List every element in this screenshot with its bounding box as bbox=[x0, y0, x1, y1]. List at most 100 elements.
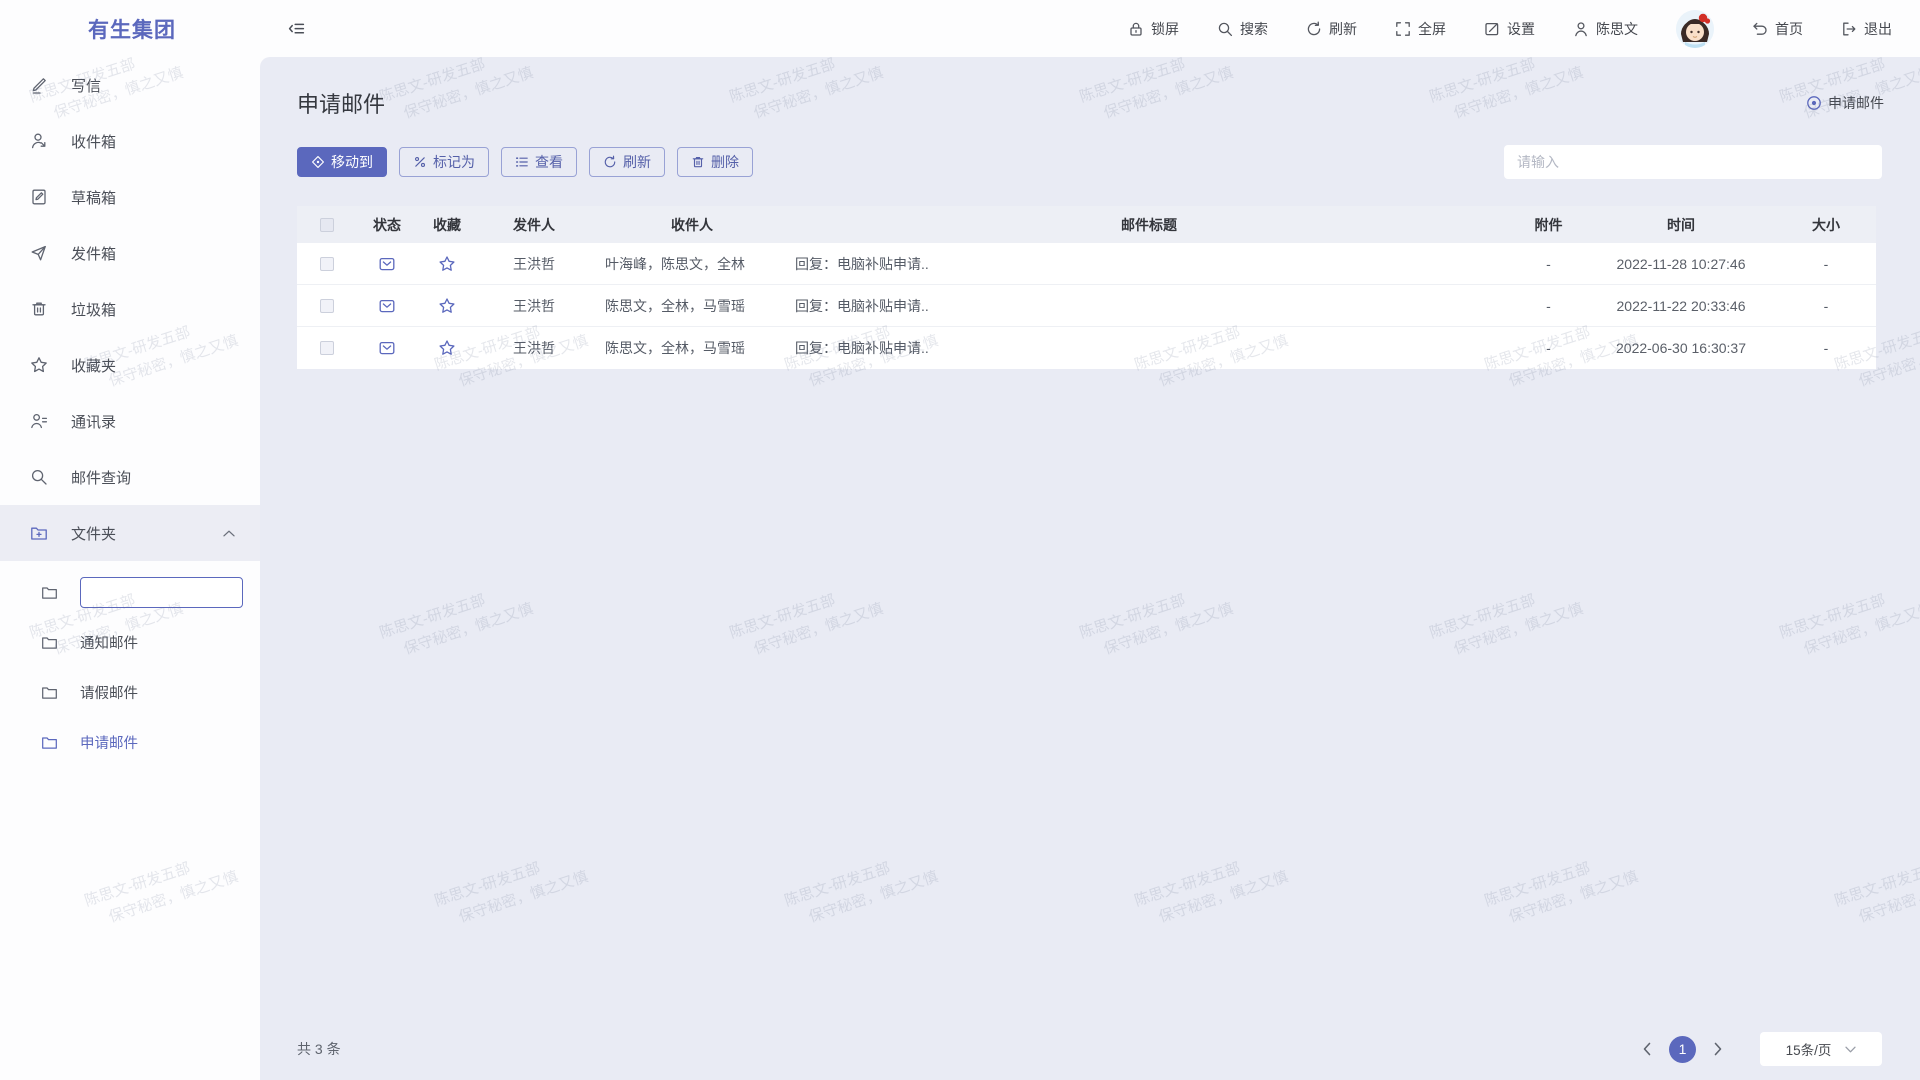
attachment-cell: - bbox=[1511, 256, 1586, 272]
mail-row[interactable]: 王洪哲 陈思文，全林，马雪瑶 回复：电脑补贴申请.. - 2022-11-22 … bbox=[297, 285, 1876, 327]
favorite-star-icon[interactable] bbox=[417, 339, 477, 357]
button-label: 删除 bbox=[711, 152, 739, 172]
folder-item-application[interactable]: 申请邮件 bbox=[0, 717, 260, 767]
list-icon bbox=[515, 155, 529, 169]
mail-search-box bbox=[1504, 145, 1882, 179]
move-to-button[interactable]: 移动到 bbox=[297, 147, 387, 177]
sidebar-item-label: 通讯录 bbox=[71, 411, 116, 432]
topbar-label: 锁屏 bbox=[1151, 19, 1179, 39]
folder-item-label: 请假邮件 bbox=[80, 682, 138, 703]
page-number[interactable]: 1 bbox=[1669, 1036, 1696, 1063]
new-folder-name-input[interactable] bbox=[80, 577, 243, 608]
next-page-icon[interactable] bbox=[1704, 1035, 1732, 1063]
lock-icon bbox=[1128, 21, 1144, 37]
sidebar: 有生集团 写信 收件箱 草稿箱 发件箱 垃圾箱 收藏夹 bbox=[0, 0, 260, 1080]
search-button[interactable]: 搜索 bbox=[1217, 19, 1268, 39]
sidebar-item-contacts[interactable]: 通讯录 bbox=[0, 393, 260, 449]
compose-icon bbox=[30, 76, 48, 94]
send-icon bbox=[30, 244, 48, 262]
button-label: 刷新 bbox=[623, 152, 651, 172]
folder-item-notice[interactable]: 通知邮件 bbox=[0, 617, 260, 667]
sidebar-item-label: 垃圾箱 bbox=[71, 299, 116, 320]
folder-icon bbox=[41, 734, 58, 751]
user-avatar[interactable] bbox=[1676, 10, 1714, 48]
chevron-up-icon[interactable] bbox=[223, 530, 235, 537]
lock-screen-button[interactable]: 锁屏 bbox=[1128, 19, 1179, 39]
folder-icon bbox=[41, 634, 58, 651]
topbar-label: 刷新 bbox=[1329, 19, 1357, 39]
sender-cell: 王洪哲 bbox=[477, 296, 597, 316]
column-header-status: 状态 bbox=[357, 215, 417, 235]
sidebar-item-label: 写信 bbox=[71, 75, 101, 96]
star-icon bbox=[30, 356, 48, 374]
sidebar-item-sent[interactable]: 发件箱 bbox=[0, 225, 260, 281]
trash-icon bbox=[691, 155, 705, 169]
topbar-label: 首页 bbox=[1775, 19, 1803, 39]
mark-as-button[interactable]: 标记为 bbox=[399, 147, 489, 177]
recipients-cell: 叶海峰，陈思文，全林 bbox=[597, 254, 787, 274]
row-checkbox[interactable] bbox=[320, 257, 334, 271]
fullscreen-button[interactable]: 全屏 bbox=[1395, 19, 1446, 39]
page-size-select[interactable]: 15条/页 bbox=[1760, 1032, 1882, 1066]
mail-search-input[interactable] bbox=[1505, 146, 1881, 178]
sidebar-item-trash[interactable]: 垃圾箱 bbox=[0, 281, 260, 337]
sidebar-item-label: 邮件查询 bbox=[71, 467, 131, 488]
refresh-icon bbox=[603, 155, 617, 169]
logout-button[interactable]: 退出 bbox=[1841, 19, 1892, 39]
sidebar-item-drafts[interactable]: 草稿箱 bbox=[0, 169, 260, 225]
current-user-button[interactable]: 陈思文 bbox=[1573, 19, 1638, 39]
prev-page-icon[interactable] bbox=[1633, 1035, 1661, 1063]
home-icon bbox=[1752, 21, 1768, 37]
main-content: 申请邮件 申请邮件 移动到 标记为 查看 bbox=[260, 57, 1920, 1080]
favorite-star-icon[interactable] bbox=[417, 255, 477, 273]
refresh-icon bbox=[1306, 21, 1322, 37]
button-label: 移动到 bbox=[331, 152, 373, 172]
collapse-sidebar-icon[interactable] bbox=[288, 21, 305, 37]
topbar: 锁屏 搜索 刷新 全屏 设置 bbox=[260, 0, 1920, 57]
delete-button[interactable]: 删除 bbox=[677, 147, 753, 177]
mail-open-icon bbox=[357, 339, 417, 357]
attachment-cell: - bbox=[1511, 340, 1586, 356]
new-folder-row bbox=[0, 567, 260, 617]
topbar-label: 设置 bbox=[1507, 19, 1535, 39]
sidebar-item-label: 草稿箱 bbox=[71, 187, 116, 208]
refresh-button[interactable]: 刷新 bbox=[1306, 19, 1357, 39]
sidebar-item-inbox[interactable]: 收件箱 bbox=[0, 113, 260, 169]
favorite-star-icon[interactable] bbox=[417, 297, 477, 315]
location-link[interactable]: 申请邮件 bbox=[1806, 93, 1884, 113]
folder-icon bbox=[41, 584, 58, 601]
folder-icon bbox=[41, 684, 58, 701]
pagination: 1 15条/页 bbox=[1633, 1032, 1882, 1066]
user-icon bbox=[1573, 21, 1589, 37]
subject-cell: 回复：电脑补贴申请.. bbox=[787, 338, 1511, 358]
refresh-list-button[interactable]: 刷新 bbox=[589, 147, 665, 177]
sidebar-item-folders[interactable]: 文件夹 bbox=[0, 505, 260, 561]
mail-row[interactable]: 王洪哲 陈思文，全林，马雪瑶 回复：电脑补贴申请.. - 2022-06-30 … bbox=[297, 327, 1876, 369]
sidebar-item-compose[interactable]: 写信 bbox=[0, 57, 260, 113]
home-button[interactable]: 首页 bbox=[1752, 19, 1803, 39]
view-button[interactable]: 查看 bbox=[501, 147, 577, 177]
settings-button[interactable]: 设置 bbox=[1484, 19, 1535, 39]
row-checkbox[interactable] bbox=[320, 341, 334, 355]
size-cell: - bbox=[1776, 340, 1876, 356]
mail-row[interactable]: 王洪哲 叶海峰，陈思文，全林 回复：电脑补贴申请.. - 2022-11-28 … bbox=[297, 243, 1876, 285]
column-header-time: 时间 bbox=[1586, 215, 1776, 235]
mark-icon bbox=[413, 155, 427, 169]
row-checkbox[interactable] bbox=[320, 299, 334, 313]
inbox-icon bbox=[30, 132, 48, 150]
sidebar-item-label: 收件箱 bbox=[71, 131, 116, 152]
recipients-cell: 陈思文，全林，马雪瑶 bbox=[597, 338, 787, 358]
time-cell: 2022-11-28 10:27:46 bbox=[1586, 256, 1776, 272]
trash-icon bbox=[30, 300, 48, 318]
button-label: 标记为 bbox=[433, 152, 475, 172]
select-all-checkbox[interactable] bbox=[320, 218, 334, 232]
settings-icon bbox=[1484, 21, 1500, 37]
sidebar-item-mail-search[interactable]: 邮件查询 bbox=[0, 449, 260, 505]
time-cell: 2022-06-30 16:30:37 bbox=[1586, 340, 1776, 356]
column-header-size: 大小 bbox=[1776, 215, 1876, 235]
location-link-label: 申请邮件 bbox=[1828, 93, 1884, 113]
folder-item-leave[interactable]: 请假邮件 bbox=[0, 667, 260, 717]
move-icon bbox=[311, 155, 325, 169]
sidebar-item-favorites[interactable]: 收藏夹 bbox=[0, 337, 260, 393]
search-icon bbox=[30, 468, 48, 486]
